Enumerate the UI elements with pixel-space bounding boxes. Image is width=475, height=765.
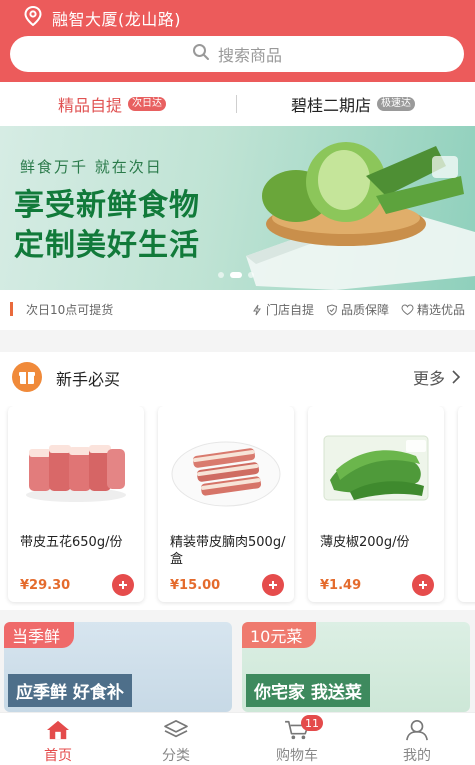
feature-selected: 精选优品	[401, 301, 465, 318]
mode-label: 精品自提	[58, 96, 123, 115]
gift-box-icon	[12, 362, 42, 392]
heart-icon	[401, 303, 414, 315]
promo-seasonal[interactable]: 当季鲜 应季鲜 好食补	[4, 622, 232, 712]
layers-icon	[164, 720, 188, 738]
banner-vegetables-image	[236, 136, 475, 290]
tab-category[interactable]: 分类	[136, 719, 216, 765]
plus-icon	[419, 581, 427, 589]
add-to-cart-button[interactable]	[112, 574, 134, 596]
feature-label: 精选优品	[416, 303, 465, 317]
tab-store-express[interactable]: 碧桂二期店 极速达	[291, 82, 416, 126]
mode-tag: 极速达	[377, 97, 416, 111]
user-icon	[406, 720, 428, 741]
top-header: 融智大厦(龙山路) 搜索商品	[0, 0, 475, 82]
feature-label: 门店自提	[265, 303, 314, 317]
promo-ten-yuan[interactable]: 10元菜 你宅家 我送菜	[242, 622, 470, 712]
delivery-mode-bar: 精品自提 次日达 碧桂二期店 极速达	[0, 82, 475, 126]
shield-icon	[326, 303, 338, 316]
tab-label: 我的	[403, 748, 431, 764]
product-card[interactable]: 精装带皮腩肉500g/盒 ¥15.00	[158, 406, 294, 602]
product-image-pork-slices	[166, 414, 286, 526]
feature-label: 品质保障	[340, 303, 389, 317]
more-label: 更多	[412, 369, 445, 388]
search-input[interactable]: 搜索商品	[10, 36, 464, 72]
divider	[236, 95, 237, 113]
tab-label: 分类	[162, 748, 190, 764]
pickup-notice: 次日10点可提货	[26, 303, 114, 317]
plus-icon	[119, 581, 127, 589]
service-info-strip: 次日10点可提货 门店自提 品质保障 精选优品	[0, 290, 475, 330]
app-root: 融智大厦(龙山路) 搜索商品 精品自提 次日达 碧桂二期店 极速达 鲜食万千 就…	[0, 0, 475, 765]
tab-profile[interactable]: 我的	[377, 719, 457, 765]
tab-self-pickup[interactable]: 精品自提 次日达	[58, 82, 167, 126]
promo-tag: 10元菜	[242, 622, 317, 648]
feature-store-pickup: 门店自提	[251, 301, 314, 318]
product-carousel[interactable]: 带皮五花650g/份 ¥29.30 精装带皮腩肉500g/盒 ¥15.00 薄皮…	[0, 406, 475, 606]
product-name: 带皮五花650g/份	[20, 535, 123, 550]
chevron-right-icon	[452, 370, 461, 384]
section-title: 新手必买	[56, 370, 121, 389]
pagination-dot-active[interactable]	[230, 272, 242, 278]
newbie-must-buy-section: 新手必买 更多 带皮五花650g/份 ¥29.30 精装带皮腩肉500g/盒 ¥…	[0, 352, 475, 610]
more-link[interactable]: 更多	[413, 365, 461, 389]
promo-subtitle: 应季鲜 好食补	[8, 674, 132, 707]
location-text: 融智大厦(龙山路)	[52, 10, 181, 29]
tab-cart[interactable]: 11 购物车	[257, 715, 337, 765]
feature-quality: 品质保障	[326, 301, 389, 318]
location-pin-icon	[24, 5, 42, 30]
location-selector[interactable]: 融智大厦(龙山路)	[24, 5, 181, 30]
mode-label: 碧桂二期店	[291, 96, 372, 115]
banner-title-line2: 定制美好生活	[14, 228, 200, 263]
tab-label: 首页	[44, 748, 72, 764]
search-placeholder: 搜索商品	[217, 46, 282, 65]
accent-bar	[10, 302, 13, 316]
product-image-pork-belly	[16, 414, 136, 526]
pagination-dot[interactable]	[218, 272, 224, 278]
tab-label: 购物车	[276, 748, 318, 764]
product-price: ¥29.30	[20, 578, 71, 593]
cart-count-badge: 11	[301, 715, 323, 731]
section-header: 新手必买 更多	[0, 352, 475, 400]
tab-home[interactable]: 首页	[18, 719, 98, 765]
promo-subtitle: 你宅家 我送菜	[246, 674, 370, 707]
promo-tag: 当季鲜	[4, 622, 75, 648]
product-card[interactable]	[458, 406, 475, 602]
mode-tag: 次日达	[128, 97, 167, 111]
product-price: ¥15.00	[170, 578, 221, 593]
product-image-green-pepper	[316, 414, 436, 526]
product-name: 薄皮椒200g/份	[320, 535, 410, 550]
pagination-dot[interactable]	[248, 272, 254, 278]
product-image	[466, 414, 475, 526]
banner-pagination	[218, 272, 254, 278]
add-to-cart-button[interactable]	[262, 574, 284, 596]
banner-title-line1: 享受新鲜食物	[14, 188, 200, 223]
product-card[interactable]: 薄皮椒200g/份 ¥1.49	[308, 406, 444, 602]
product-card[interactable]: 带皮五花650g/份 ¥29.30	[8, 406, 144, 602]
product-price: ¥1.49	[320, 578, 362, 593]
plus-icon	[269, 581, 277, 589]
banner-subtitle: 鲜食万千 就在次日	[20, 158, 163, 176]
home-icon	[47, 720, 69, 740]
bottom-tab-bar: 首页 分类 11 购物车 我的	[0, 712, 475, 765]
service-features: 门店自提 品质保障 精选优品	[251, 301, 465, 318]
product-name: 精装带皮腩肉500g/盒	[170, 535, 286, 567]
lightning-icon	[253, 304, 261, 315]
search-icon	[192, 43, 210, 65]
add-to-cart-button[interactable]	[412, 574, 434, 596]
promo-banner[interactable]: 鲜食万千 就在次日 享受新鲜食物 定制美好生活	[0, 126, 475, 290]
